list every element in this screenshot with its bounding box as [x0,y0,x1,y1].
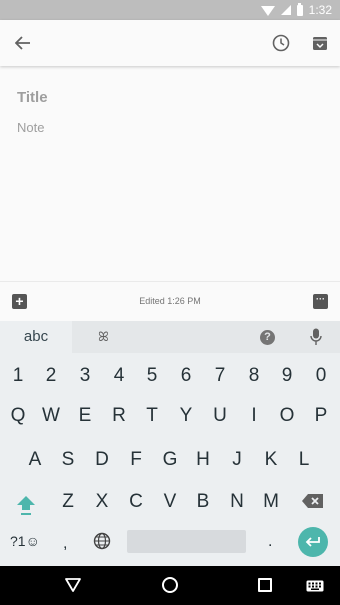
key-4[interactable]: 4 [104,365,134,387]
key-6[interactable]: 6 [171,365,201,387]
status-bar: 1:32 [0,0,340,20]
key-7[interactable]: 7 [205,365,235,387]
nav-home-icon[interactable] [162,577,178,593]
key-v[interactable]: V [155,491,185,513]
edited-timestamp: Edited 1:26 PM [139,296,201,306]
navigation-bar [0,566,340,605]
key-d[interactable]: D [87,449,117,471]
key-q[interactable]: Q [3,405,33,427]
key-9[interactable]: 9 [272,365,302,387]
battery-icon [296,2,303,16]
key-j[interactable]: J [222,449,252,471]
keyboard-tab-abc[interactable]: abc [0,321,72,353]
archive-icon[interactable] [308,30,332,56]
status-time: 1:32 [308,3,332,17]
key-b[interactable]: B [188,491,218,513]
key-3[interactable]: 3 [70,365,100,387]
wifi-icon [260,6,275,16]
shift-icon[interactable] [14,493,38,517]
symbols-key[interactable]: ?1☺ [10,533,40,549]
key-h[interactable]: H [188,449,218,471]
globe-icon[interactable] [93,532,111,550]
key-r[interactable]: R [104,405,134,427]
key-w[interactable]: W [36,405,66,427]
arrow-back-icon[interactable] [10,30,36,56]
key-f[interactable]: F [121,449,151,471]
key-o[interactable]: O [272,405,302,427]
keyboard-suggestion-strip: abc ꕤ ? [0,321,340,353]
nav-recent-icon[interactable] [258,578,272,592]
key-z[interactable]: Z [53,491,83,513]
space-key[interactable] [127,530,246,553]
key-c[interactable]: C [121,491,151,513]
mic-icon[interactable] [310,328,322,346]
soft-keyboard: abc ꕤ ? 1 2 3 4 5 6 7 8 9 0 Q W E R T Y … [0,321,340,566]
more-icon[interactable]: ··· [313,294,328,309]
key-5[interactable]: 5 [137,365,167,387]
app-bar [0,20,340,66]
key-a[interactable]: A [20,449,50,471]
period-key[interactable]: . [268,533,272,551]
language-switch-key[interactable]: ꕤ [98,329,109,345]
key-2[interactable]: 2 [36,365,66,387]
key-n[interactable]: N [222,491,252,513]
key-y[interactable]: Y [171,405,201,427]
key-l[interactable]: L [289,449,319,471]
help-icon[interactable]: ? [260,330,275,345]
key-1[interactable]: 1 [3,365,33,387]
clock-icon[interactable] [269,30,293,56]
note-input[interactable]: Note [17,120,44,135]
enter-icon[interactable] [298,527,328,557]
key-e[interactable]: E [70,405,100,427]
signal-icon [280,5,291,15]
key-p[interactable]: P [306,405,336,427]
key-k[interactable]: K [256,449,286,471]
key-u[interactable]: U [205,405,235,427]
bottom-bar: + Edited 1:26 PM ··· [0,281,340,321]
nav-back-icon[interactable] [65,578,81,592]
comma-key[interactable]: , [63,535,67,553]
key-g[interactable]: G [155,449,185,471]
key-0[interactable]: 0 [306,365,336,387]
key-s[interactable]: S [53,449,83,471]
title-input[interactable]: Title [17,89,48,106]
key-x[interactable]: X [87,491,117,513]
key-m[interactable]: M [256,491,286,513]
key-t[interactable]: T [137,405,167,427]
nav-keyboard-icon[interactable] [306,579,324,592]
backspace-icon[interactable] [302,493,324,511]
key-i[interactable]: I [239,405,269,427]
key-8[interactable]: 8 [239,365,269,387]
